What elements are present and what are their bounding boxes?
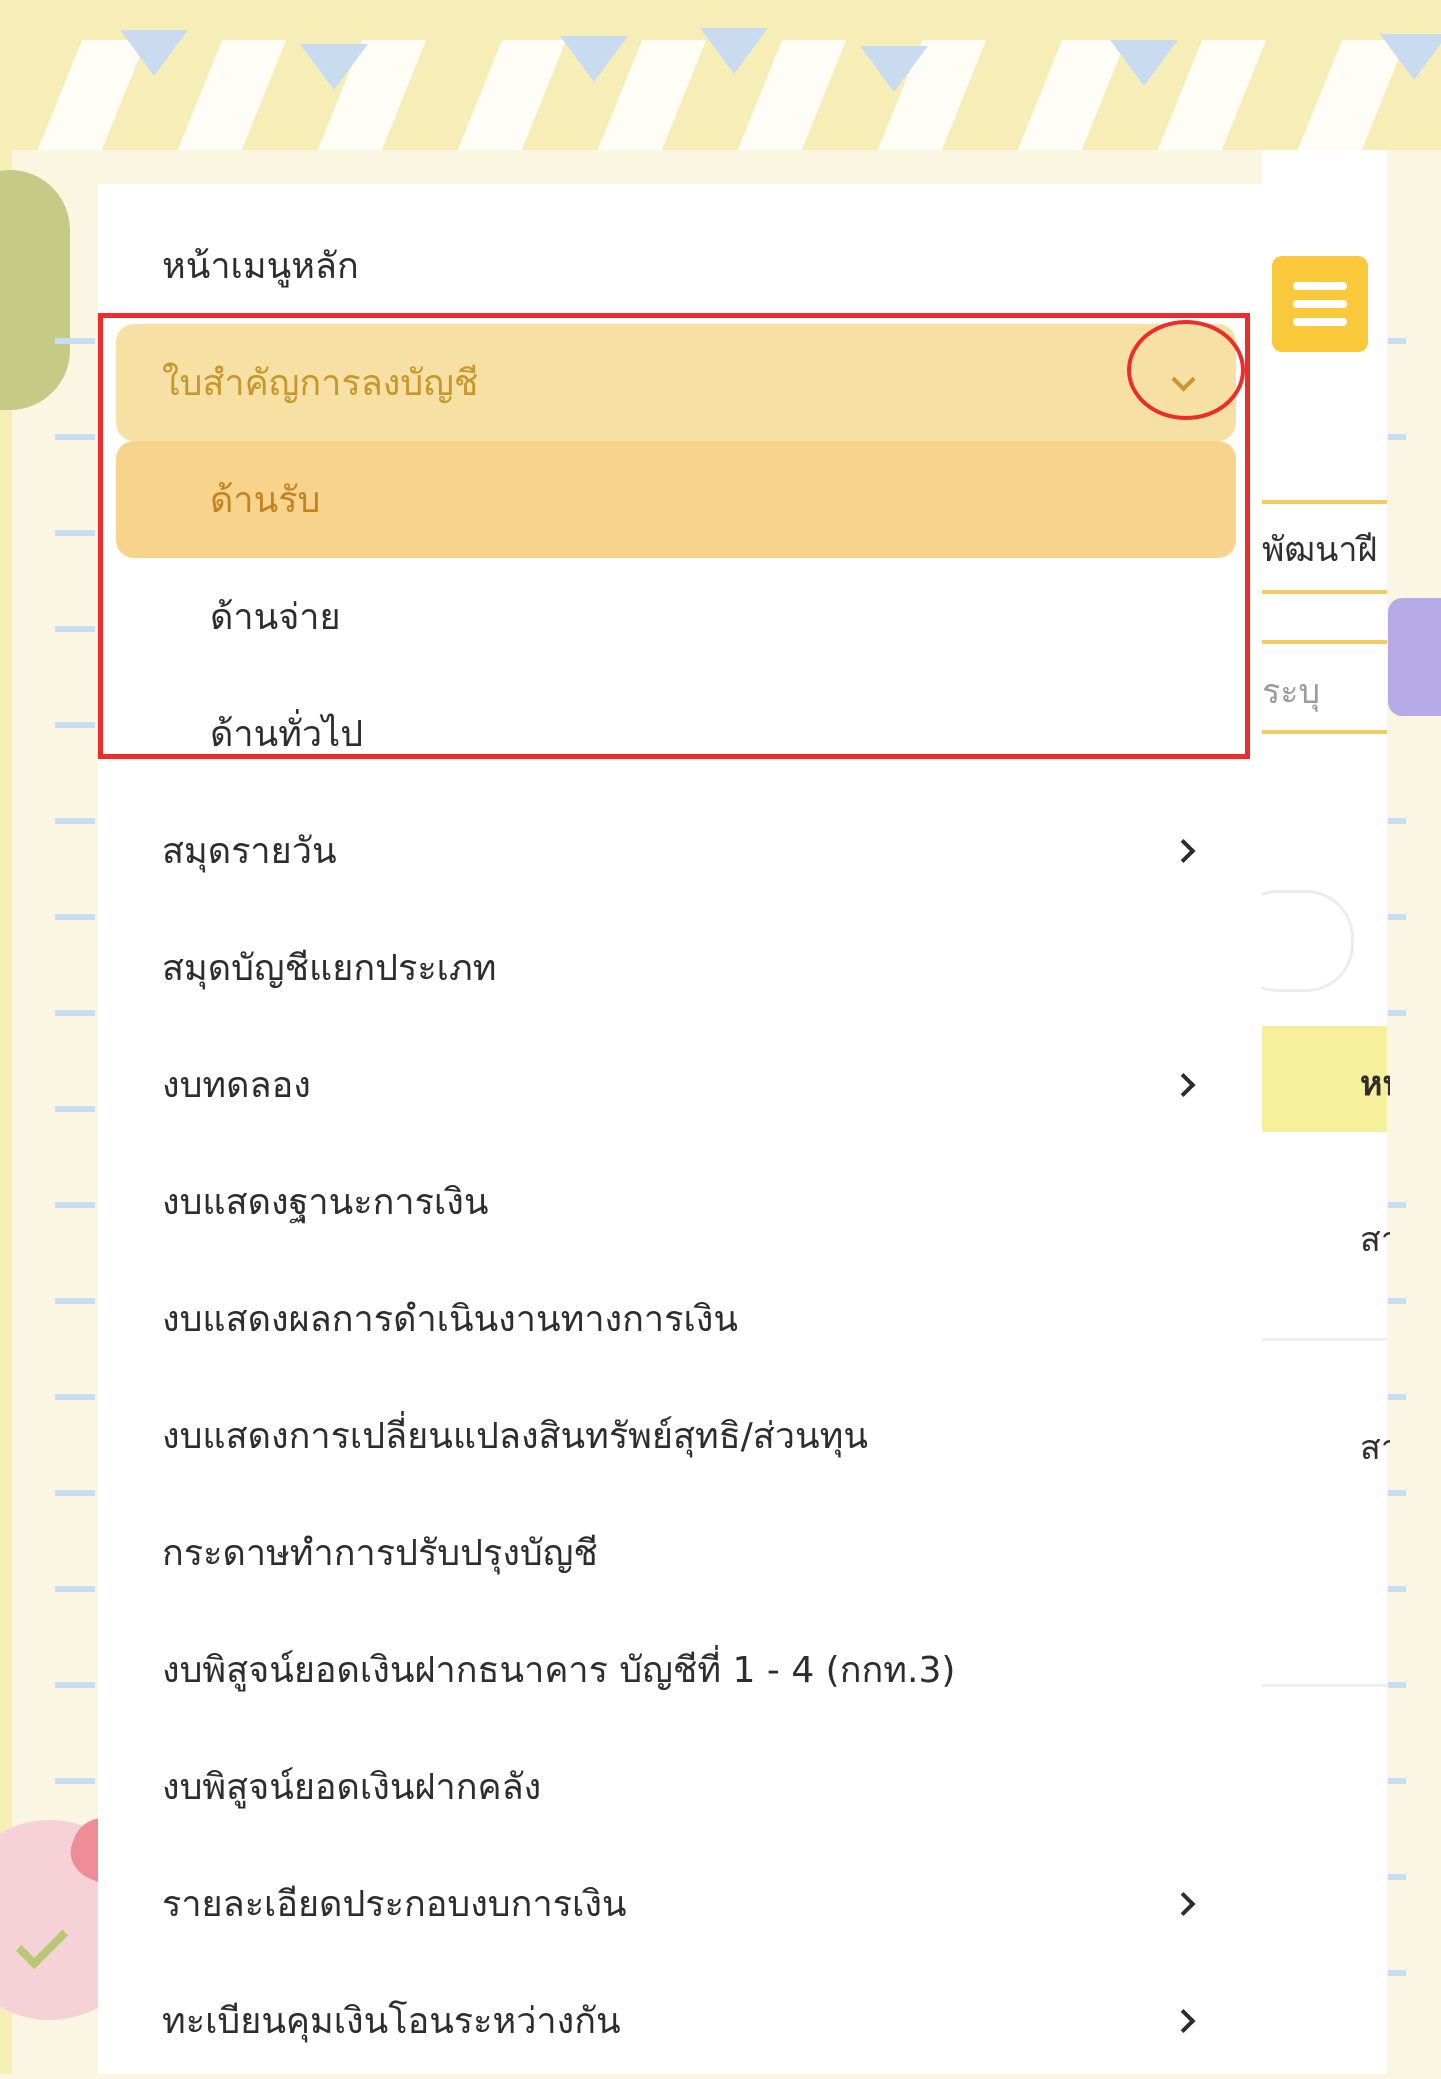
menu-icon[interactable]	[1272, 256, 1368, 352]
background-table-header-text: หน	[1360, 1064, 1390, 1104]
menu-item-label: สมุดบัญชีแยกประเภท	[162, 948, 497, 989]
background-field-1-text: พัฒนาฝี	[1262, 530, 1378, 570]
background-field-2-placeholder: ระบุ	[1262, 672, 1321, 712]
chevron-right-icon[interactable]	[1171, 838, 1196, 863]
menu-item-adjustment-worksheet[interactable]: กระดาษทำการปรับปรุงบัญชี	[98, 1494, 1262, 1611]
menu-item-trial-balance[interactable]: งบทดลอง	[98, 1026, 1262, 1143]
menu-item-label: งบพิสูจน์ยอดเงินฝากคลัง	[162, 1767, 542, 1808]
chevron-right-icon[interactable]	[1171, 1072, 1196, 1097]
menu-item-label: งบแสดงฐานะการเงิน	[162, 1182, 489, 1223]
menu-item-label: หน้าเมนูหลัก	[162, 246, 359, 287]
annotation-highlight-box	[98, 313, 1250, 759]
menu-item-label: สมุดรายวัน	[162, 831, 337, 872]
menu-item-statement-notes[interactable]: รายละเอียดประกอบงบการเงิน	[98, 1845, 1262, 1962]
menu-item-label: ทะเบียนคุมเงินโอนระหว่างกัน	[162, 2001, 621, 2042]
menu-item-label: งบแสดงการเปลี่ยนแปลงสินทรัพย์สุทธิ/ส่วนท…	[162, 1416, 868, 1457]
annotation-highlight-circle	[1127, 320, 1245, 420]
menu-item-ledger[interactable]: สมุดบัญชีแยกประเภท	[98, 909, 1262, 1026]
tree-decoration-icon	[0, 170, 70, 410]
menu-item-transfer-register[interactable]: ทะเบียนคุมเงินโอนระหว่างกัน	[98, 1962, 1262, 2079]
menu-item-label: งบทดลอง	[162, 1065, 311, 1106]
menu-item-label: กระดาษทำการปรับปรุงบัญชี	[162, 1533, 598, 1574]
menu-item-financial-performance[interactable]: งบแสดงผลการดำเนินงานทางการเงิน	[98, 1260, 1262, 1377]
menu-item-label: รายละเอียดประกอบงบการเงิน	[162, 1884, 627, 1925]
background-row-divider	[1262, 1338, 1387, 1341]
chevron-right-icon[interactable]	[1171, 1891, 1196, 1916]
background-row-divider	[1262, 1684, 1387, 1687]
menu-item-label: งบพิสูจน์ยอดเงินฝากธนาคาร บัญชีที่ 1 - 4…	[162, 1650, 956, 1691]
decorative-tag	[1388, 598, 1441, 716]
background-row-2-text: สา	[1360, 1428, 1390, 1468]
chevron-right-icon[interactable]	[1171, 2008, 1196, 2033]
menu-item-label: งบแสดงผลการดำเนินงานทางการเงิน	[162, 1299, 738, 1340]
menu-item-bank-reconciliation[interactable]: งบพิสูจน์ยอดเงินฝากธนาคาร บัญชีที่ 1 - 4…	[98, 1611, 1262, 1728]
menu-item-changes-net-assets[interactable]: งบแสดงการเปลี่ยนแปลงสินทรัพย์สุทธิ/ส่วนท…	[98, 1377, 1262, 1494]
background-row-1-text: สา	[1360, 1220, 1390, 1260]
menu-item-main-menu[interactable]: หน้าเมนูหลัก	[98, 207, 1262, 324]
decorative-border	[0, 150, 12, 2074]
decorative-banner	[0, 0, 1441, 150]
menu-item-treasury-reconciliation[interactable]: งบพิสูจน์ยอดเงินฝากคลัง	[98, 1728, 1262, 1845]
menu-item-financial-position[interactable]: งบแสดงฐานะการเงิน	[98, 1143, 1262, 1260]
menu-item-journal[interactable]: สมุดรายวัน	[98, 792, 1262, 909]
